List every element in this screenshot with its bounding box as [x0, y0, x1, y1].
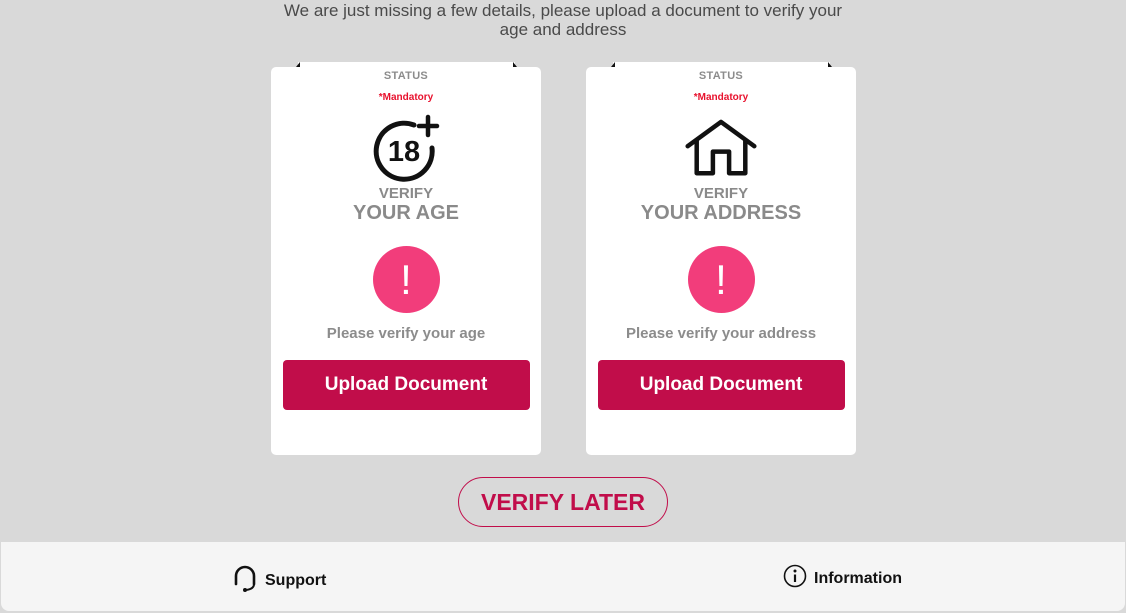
svg-text:18: 18: [388, 136, 420, 168]
age-18-plus-icon: 18: [370, 114, 442, 182]
verify-address-card-wrapper: STATUS *Mandatory VERIFY YOUR ADDRESS ! …: [586, 62, 856, 455]
info-icon: [783, 564, 807, 593]
headset-icon: [232, 564, 258, 597]
mandatory-label: *Mandatory: [693, 92, 749, 103]
exclamation-glyph: !: [400, 255, 412, 303]
house-icon: [685, 114, 757, 182]
information-label: Information: [814, 569, 902, 587]
intro-line-1: We are just missing a few details, pleas…: [283, 1, 843, 20]
information-link[interactable]: Information: [783, 564, 902, 593]
exclamation-glyph: !: [715, 255, 727, 303]
upload-address-document-button[interactable]: Upload Document: [597, 360, 845, 410]
alert-message: Please verify your address: [625, 325, 817, 342]
support-label: Support: [265, 571, 327, 589]
upload-age-document-button[interactable]: Upload Document: [282, 360, 530, 410]
verify-heading-line1: VERIFY: [378, 185, 434, 202]
alert-icon: !: [372, 246, 440, 313]
verify-heading-line2: YOUR AGE: [353, 202, 459, 224]
verify-later-button[interactable]: VERIFY LATER: [458, 477, 668, 527]
verify-heading-line1: VERIFY: [693, 185, 749, 202]
status-label: STATUS: [383, 70, 429, 82]
verify-heading-line2: YOUR ADDRESS: [640, 202, 802, 224]
support-link[interactable]: Support: [232, 564, 326, 597]
verify-age-card: STATUS *Mandatory 18 VERIFY YOUR AGE ! P…: [271, 67, 541, 455]
alert-message: Please verify your age: [326, 325, 486, 342]
verify-address-card: STATUS *Mandatory VERIFY YOUR ADDRESS ! …: [586, 67, 856, 455]
footer: Support Information: [1, 542, 1125, 611]
alert-icon: !: [687, 246, 755, 313]
mandatory-label: *Mandatory: [378, 92, 434, 103]
intro-line-2: age and address: [499, 20, 627, 39]
status-label: STATUS: [698, 70, 744, 82]
verify-age-card-wrapper: STATUS *Mandatory 18 VERIFY YOUR AGE ! P…: [271, 62, 541, 455]
intro-text: We are just missing a few details, pleas…: [0, 1, 1126, 39]
